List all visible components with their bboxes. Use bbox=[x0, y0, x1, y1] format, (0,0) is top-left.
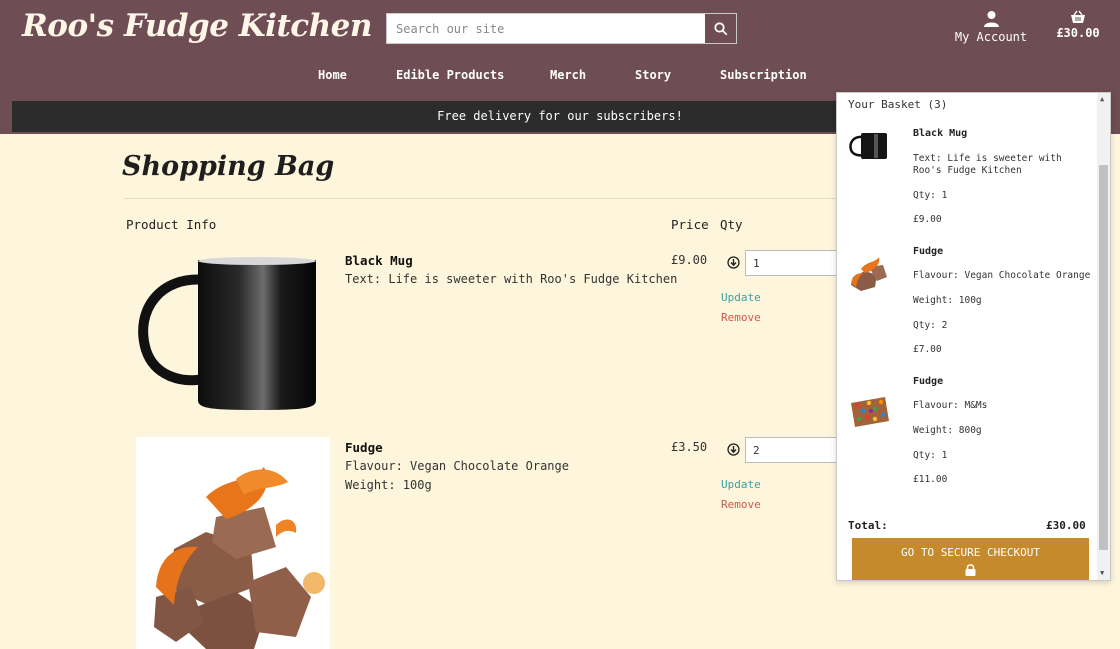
basket-item-qty: Qty: 1 bbox=[913, 190, 948, 201]
cart-item-price: £9.00 bbox=[671, 253, 708, 267]
basket-item-detail: Weight: 100g bbox=[913, 295, 982, 306]
basket-item-name: Fudge bbox=[913, 246, 944, 257]
basket-item-name: Fudge bbox=[913, 376, 944, 387]
basket-scrollbar[interactable]: ▲ ▼ bbox=[1097, 93, 1110, 580]
basket-item-detail: Flavour: M&Ms bbox=[913, 400, 988, 411]
stepper-icon[interactable] bbox=[727, 443, 740, 456]
fudge-image bbox=[136, 437, 330, 649]
basket-total-value: £30.00 bbox=[1046, 519, 1086, 532]
basket-link[interactable]: £30.00 bbox=[1052, 10, 1104, 40]
basket-item-name: Black Mug bbox=[913, 128, 968, 139]
cart-item-name: Black Mug bbox=[345, 253, 413, 268]
search-button[interactable] bbox=[704, 14, 736, 43]
cart-total: £30.00 bbox=[1056, 26, 1100, 40]
remove-link[interactable]: Remove bbox=[721, 311, 761, 324]
quantity-field[interactable] bbox=[745, 437, 841, 463]
lock-icon bbox=[965, 564, 976, 576]
product-info-header: Product Info bbox=[126, 217, 217, 232]
basket-item-price: £7.00 bbox=[913, 344, 942, 355]
basket-item-detail: Weight: 800g bbox=[913, 425, 982, 436]
basket-total-label: Total: bbox=[848, 519, 888, 532]
nav-item-subscription[interactable]: Subscription bbox=[720, 68, 807, 82]
site-logo[interactable]: Roo's Fudge Kitchen bbox=[22, 8, 372, 44]
nav-item-story[interactable]: Story bbox=[635, 68, 671, 82]
scroll-down-arrow[interactable]: ▼ bbox=[1100, 569, 1104, 577]
search-icon bbox=[713, 21, 727, 35]
divider bbox=[124, 198, 844, 199]
black-mug-image bbox=[136, 250, 326, 415]
search-input[interactable] bbox=[387, 14, 705, 43]
nav-item-merch[interactable]: Merch bbox=[550, 68, 586, 82]
qty-header: Qty bbox=[720, 217, 743, 232]
basket-item-price: £11.00 bbox=[913, 474, 948, 485]
basket-item-thumbnail bbox=[851, 257, 887, 291]
scroll-up-arrow[interactable]: ▲ bbox=[1100, 95, 1104, 103]
account-label: My Account bbox=[954, 30, 1028, 44]
cart-item-detail: Weight: 100g bbox=[345, 478, 432, 492]
user-icon bbox=[983, 11, 999, 27]
nav-item-edible-products[interactable]: Edible Products bbox=[396, 68, 504, 82]
basket-dropdown: Your Basket (3) Black Mug Text: Life is … bbox=[836, 92, 1111, 581]
basket-item-detail: Text: Life is sweeter with Roo's Fudge K… bbox=[913, 153, 1062, 176]
cart-item-detail: Flavour: Vegan Chocolate Orange bbox=[345, 459, 569, 473]
checkout-label: GO TO SECURE CHECKOUT bbox=[900, 546, 1041, 559]
basket-icon bbox=[1071, 10, 1085, 23]
my-account-link[interactable]: My Account bbox=[950, 10, 1032, 44]
remove-link[interactable]: Remove bbox=[721, 498, 761, 511]
basket-item-price: £9.00 bbox=[913, 214, 942, 225]
scroll-thumb[interactable] bbox=[1099, 165, 1108, 550]
cart-item-price: £3.50 bbox=[671, 440, 708, 454]
page-title: Shopping Bag bbox=[122, 151, 335, 182]
cart-item-detail: Text: Life is sweeter with Roo's Fudge K… bbox=[345, 272, 678, 286]
basket-item-qty: Qty: 1 bbox=[913, 450, 948, 461]
basket-heading: Your Basket (3) bbox=[848, 98, 948, 111]
basket-item-thumbnail bbox=[849, 133, 887, 159]
cart-item-name: Fudge bbox=[345, 440, 383, 455]
update-link[interactable]: Update bbox=[721, 478, 761, 491]
price-header: Price bbox=[671, 217, 709, 232]
basket-item-qty: Qty: 2 bbox=[913, 320, 948, 331]
secure-checkout-button[interactable]: GO TO SECURE CHECKOUT bbox=[852, 538, 1089, 580]
stepper-icon[interactable] bbox=[727, 256, 740, 269]
quantity-field[interactable] bbox=[745, 250, 841, 276]
basket-item-thumbnail bbox=[851, 397, 889, 427]
search-bar bbox=[386, 13, 737, 44]
update-link[interactable]: Update bbox=[721, 291, 761, 304]
nav-item-home[interactable]: Home bbox=[318, 68, 347, 82]
basket-item-detail: Flavour: Vegan Chocolate Orange bbox=[913, 270, 1091, 281]
